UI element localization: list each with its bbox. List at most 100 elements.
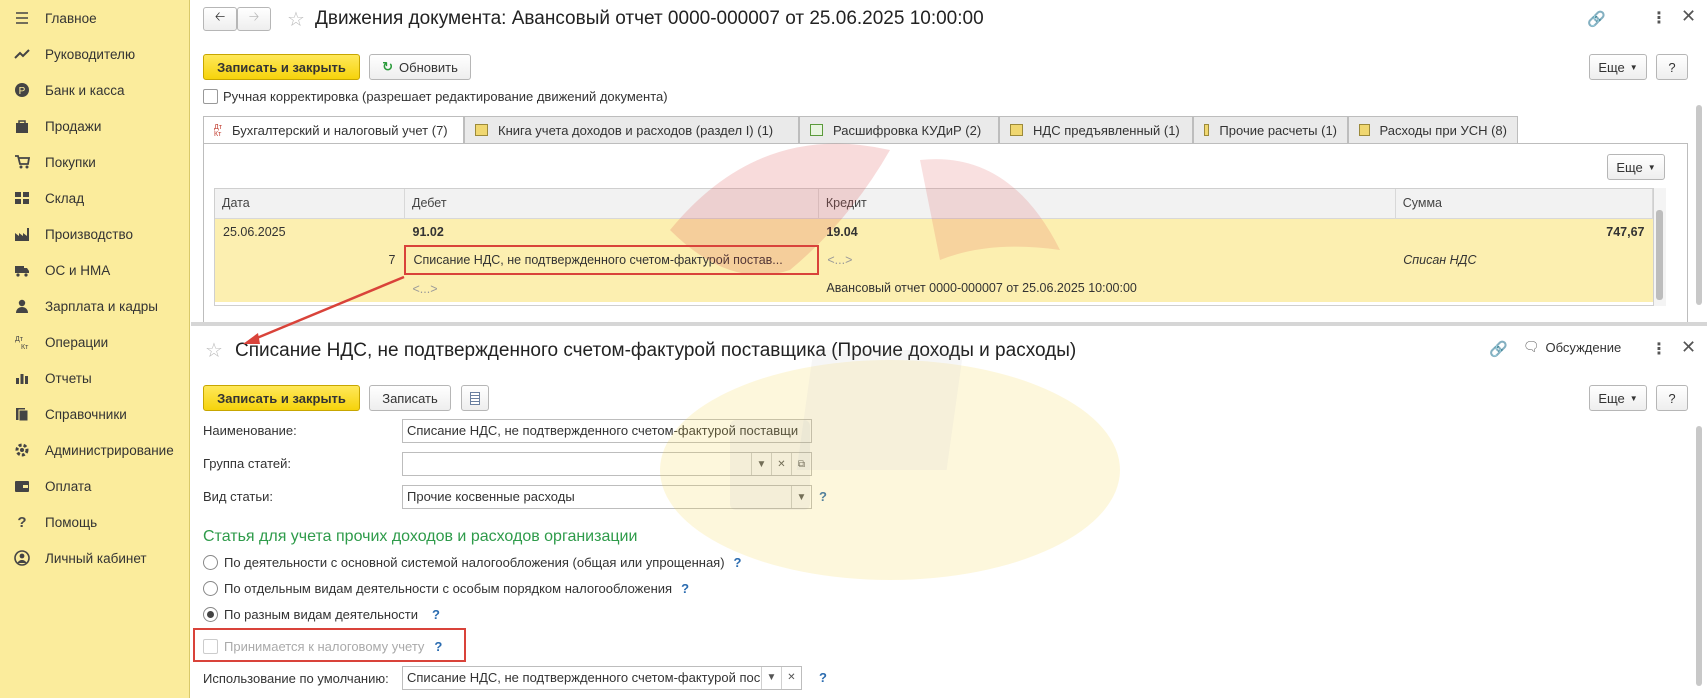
close-icon[interactable]: ✕ [1681, 337, 1696, 358]
help-icon[interactable]: ? [681, 581, 689, 596]
sidebar-item-label: Операции [45, 334, 109, 350]
radio-button-selected[interactable] [203, 607, 218, 622]
help-icon[interactable]: ? [734, 555, 742, 570]
open-icon[interactable]: ⧉ [791, 453, 811, 475]
table-row[interactable]: <...> Авансовый отчет 0000-000007 от 25.… [215, 274, 1653, 302]
tab-usn-expenses[interactable]: Расходы при УСН (8) [1348, 116, 1518, 143]
sidebar-item-payment[interactable]: Оплата [0, 468, 189, 504]
save-close-button[interactable]: Записать и закрыть [203, 54, 360, 80]
more-menu-icon[interactable]: ⋮ [1651, 339, 1667, 359]
radio-option-various[interactable]: По разным видам деятельности ? [203, 607, 440, 622]
sidebar-item-main[interactable]: Главное [0, 0, 189, 36]
more-button[interactable]: Еще ▼ [1589, 385, 1647, 411]
sidebar-item-operations[interactable]: Дт Кт Операции [0, 324, 189, 360]
sidebar-item-account[interactable]: Личный кабинет [0, 540, 189, 576]
tab-kudir-details[interactable]: Расшифровка КУДиР (2) [799, 116, 999, 143]
sidebar-item-bank[interactable]: P Банк и касса [0, 72, 189, 108]
clear-icon[interactable]: ✕ [771, 453, 791, 475]
sidebar-item-purchases[interactable]: Покупки [0, 144, 189, 180]
radio-option-special-tax[interactable]: По отдельным видам деятельности с особым… [203, 581, 689, 596]
col-debit[interactable]: Дебет [404, 189, 819, 219]
radio-button[interactable] [203, 555, 218, 570]
link-icon[interactable]: 🔗 [1587, 10, 1606, 28]
tax-accept-checkbox[interactable] [203, 639, 218, 654]
window-scrollbar[interactable] [1696, 426, 1702, 686]
tab-label: Бухгалтерский и налоговый учет (7) [231, 123, 448, 138]
cell-debit-subconto2: <...> [404, 274, 819, 302]
refresh-icon: ↻ [382, 59, 394, 74]
group-field[interactable]: ▼ ✕ ⧉ [402, 452, 812, 476]
table-row[interactable]: 7 Списание НДС, не подтвержденного счето… [215, 245, 1653, 275]
sidebar-item-admin[interactable]: Администрирование [0, 432, 189, 468]
col-date[interactable]: Дата [215, 189, 405, 219]
sidebar-item-salary[interactable]: Зарплата и кадры [0, 288, 189, 324]
tab-other-settlements[interactable]: Прочие расчеты (1) [1193, 116, 1348, 143]
radio-button[interactable] [203, 581, 218, 596]
col-sum[interactable]: Сумма [1395, 189, 1653, 219]
save-close-button[interactable]: Записать и закрыть [203, 385, 360, 411]
sidebar-item-warehouse[interactable]: Склад [0, 180, 189, 216]
forward-button[interactable]: 🡢 [237, 7, 271, 31]
table-row[interactable]: 25.06.2025 91.02 19.04 747,67 [215, 218, 1653, 246]
name-field[interactable]: Списание НДС, не подтвержденного счетом-… [402, 419, 812, 443]
kind-field[interactable]: Прочие косвенные расходы ▼ [402, 485, 812, 509]
sidebar-item-sales[interactable]: Продажи [0, 108, 189, 144]
sidebar-item-reports[interactable]: Отчеты [0, 360, 189, 396]
star-icon[interactable]: ☆ [205, 338, 223, 363]
tab-accounting[interactable]: Дт Кт Бухгалтерский и налоговый учет (7) [203, 116, 464, 144]
back-button[interactable]: 🡠 [203, 7, 237, 31]
sidebar-item-manager[interactable]: Руководителю [0, 36, 189, 72]
sidebar-item-production[interactable]: Производство [0, 216, 189, 252]
help-button[interactable]: ? [1656, 385, 1688, 411]
table-scrollbar[interactable] [1654, 188, 1666, 306]
refresh-label: Обновить [399, 59, 458, 75]
sidebar: Главное Руководителю P Банк и касса Прод… [0, 0, 190, 698]
tab-label: Расходы при УСН (8) [1379, 122, 1508, 138]
dropdown-icon[interactable]: ▼ [791, 486, 811, 508]
warehouse-icon [12, 188, 32, 208]
sidebar-item-help[interactable]: ? Помощь [0, 504, 189, 540]
more-menu-icon[interactable]: ⋮ [1651, 8, 1667, 28]
wallet-icon [12, 476, 32, 496]
movements-table: Дата Дебет Кредит Сумма 25.06.2025 91.02… [214, 188, 1654, 306]
cell-debit-account: 91.02 [404, 218, 819, 246]
help-icon[interactable]: ? [819, 489, 827, 504]
cell-debit-subconto: Списание НДС, не подтвержденного счетом-… [403, 245, 820, 275]
more-button[interactable]: Еще ▼ [1589, 54, 1647, 80]
table-more-button[interactable]: Еще ▼ [1607, 154, 1665, 180]
dropdown-icon[interactable]: ▼ [761, 667, 781, 689]
discussion-button[interactable]: 🗨 Обсуждение [1523, 339, 1621, 355]
window-scrollbar[interactable] [1696, 105, 1702, 305]
sidebar-item-catalogs[interactable]: Справочники [0, 396, 189, 432]
help-button[interactable]: ? [1656, 54, 1688, 80]
link-icon[interactable]: 🔗 [1489, 340, 1508, 358]
tab-label: Книга учета доходов и расходов (раздел I… [498, 122, 774, 138]
save-button[interactable]: Записать [369, 385, 451, 411]
radio-option-main-tax[interactable]: По деятельности с основной системой нало… [203, 555, 742, 570]
star-icon[interactable]: ☆ [287, 7, 305, 32]
help-icon[interactable]: ? [819, 670, 827, 685]
manual-edit-checkbox[interactable] [203, 89, 218, 104]
tab-label: НДС предъявленный (1) [1033, 122, 1180, 138]
col-credit[interactable]: Кредит [818, 189, 1396, 219]
section-title: Статья для учета прочих доходов и расход… [203, 528, 638, 545]
sidebar-item-label: Руководителю [45, 46, 136, 62]
dropdown-icon[interactable]: ▼ [751, 453, 771, 475]
help-icon[interactable]: ? [432, 607, 440, 622]
tab-vat-presented[interactable]: НДС предъявленный (1) [999, 116, 1193, 143]
report-button[interactable] [461, 385, 489, 411]
sidebar-item-assets[interactable]: ОС и НМА [0, 252, 189, 288]
default-use-value: Списание НДС, не подтвержденного счетом-… [407, 670, 761, 685]
sidebar-item-label: Отчеты [45, 370, 92, 386]
tab-label: Прочие расчеты (1) [1219, 122, 1337, 138]
tab-income-book[interactable]: Книга учета доходов и расходов (раздел I… [464, 116, 799, 143]
cell-num: 7 [215, 246, 405, 274]
scrollbar-thumb[interactable] [1656, 210, 1663, 300]
default-use-field[interactable]: Списание НДС, не подтвержденного счетом-… [402, 666, 802, 690]
name-label: Наименование: [203, 423, 297, 438]
clear-icon[interactable]: ✕ [781, 667, 801, 689]
close-icon[interactable]: ✕ [1681, 6, 1696, 27]
cell-comment: Списан НДС [1395, 246, 1653, 274]
help-icon[interactable]: ? [434, 639, 442, 654]
refresh-button[interactable]: ↻ Обновить [369, 54, 471, 80]
